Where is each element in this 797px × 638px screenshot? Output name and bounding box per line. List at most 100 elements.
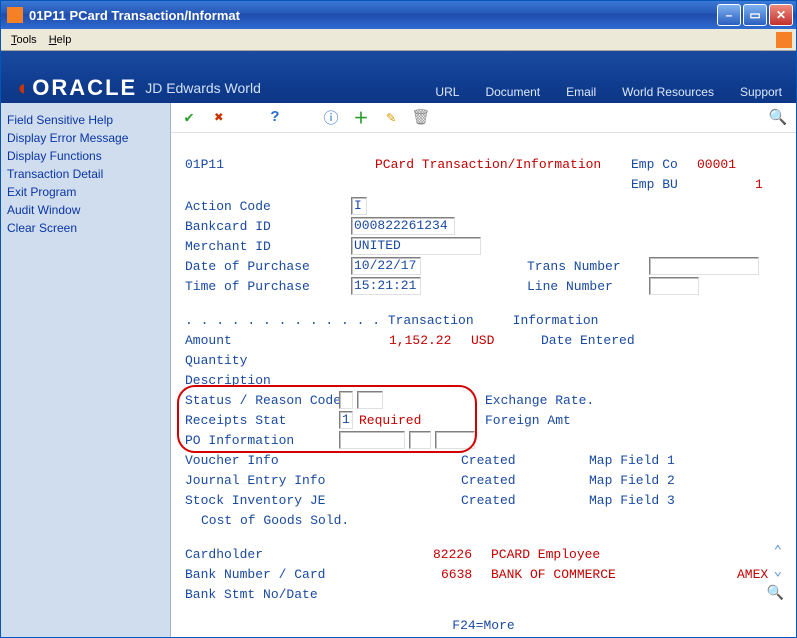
emp-bu-value: 1 [755,177,763,192]
link-url[interactable]: URL [435,85,459,99]
merchant-id-label: Merchant ID [185,239,271,254]
content: 01P11 PCard Transaction/Information Emp … [171,135,796,637]
edit-icon[interactable]: ✎ [381,108,401,128]
scroll-down-icon[interactable]: ⌄ [774,563,782,580]
status-reason-label: Status / Reason Code [185,393,341,408]
voucher-info-label: Voucher Info [185,453,279,468]
po-info-label: PO Information [185,433,294,448]
po-field-1[interactable] [339,431,405,449]
amount-value: 1,152.22 [389,333,451,348]
product-text: JD Edwards World [145,80,261,96]
program-code: 01P11 [185,157,224,172]
scroll-up-icon[interactable]: ⌃ [774,543,782,560]
brand-logo: ORACLE JD Edwards World [15,75,261,101]
stock-inv-label: Stock Inventory JE [185,493,325,508]
emp-co-label: Emp Co [631,157,678,172]
date-entered-label: Date Entered [541,333,635,348]
toolbar: ✔ ✖ ? ⓘ ＋ ✎ 🗑 🔍 [171,103,796,133]
banner-links: URL Document Email World Resources Suppo… [435,85,782,101]
ok-icon[interactable]: ✔ [179,108,199,128]
description-label: Description [185,373,271,388]
receipts-stat-text: Required [359,413,421,428]
date-purchase-label: Date of Purchase [185,259,310,274]
bank-stmt-label: Bank Stmt No/Date [185,587,318,602]
cardholder-label: Cardholder [185,547,263,562]
journal-entry-label: Journal Entry Info [185,473,325,488]
sidebar-item-exit[interactable]: Exit Program [7,183,164,201]
menu-tools[interactable]: Tools [5,32,43,48]
receipts-stat-field[interactable]: 1 [339,411,353,429]
banner: ORACLE JD Edwards World URL Document Ema… [1,51,796,103]
time-purchase-field[interactable]: 15:21:21 [351,277,421,295]
section-header: . . . . . . . . . . . . . Transaction In… [185,313,598,328]
bank-num: 6638 [441,567,472,582]
cardholder-name: PCARD Employee [491,547,600,562]
titlebar[interactable]: 01P11 PCard Transaction/Informat – ▭ ✕ [1,1,796,29]
quantity-label: Quantity [185,353,247,368]
maximize-button[interactable]: ▭ [743,4,767,26]
menubar: Tools Help [1,29,796,51]
delete-icon[interactable]: 🗑 [411,108,431,128]
merchant-id-field[interactable]: UNITED [351,237,481,255]
menu-help[interactable]: Help [43,32,78,48]
line-number-field[interactable] [649,277,699,295]
amount-label: Amount [185,333,232,348]
trans-number-field[interactable] [649,257,759,275]
sidebar-item-clear[interactable]: Clear Screen [7,219,164,237]
footer-hint: F24=More [171,618,796,633]
link-document[interactable]: Document [485,85,540,99]
close-button[interactable]: ✕ [769,4,793,26]
sidebar-item-trans-detail[interactable]: Transaction Detail [7,165,164,183]
emp-bu-label: Emp BU [631,177,678,192]
emp-co-value: 00001 [697,157,736,172]
main-area: ✔ ✖ ? ⓘ ＋ ✎ 🗑 🔍 01P11 PCard Transaction/… [171,103,796,637]
date-purchase-field[interactable]: 10/22/17 [351,257,421,275]
bank-label: Bank Number / Card [185,567,325,582]
status-field[interactable] [339,391,353,409]
cancel-icon[interactable]: ✖ [209,108,229,128]
cogs-label: Cost of Goods Sold. [201,513,349,528]
receipts-stat-label: Receipts Stat [185,413,286,428]
link-world-resources[interactable]: World Resources [622,85,714,99]
bankcard-id-field[interactable]: 000822261234 [351,217,455,235]
sidebar-item-functions[interactable]: Display Functions [7,147,164,165]
currency-value: USD [471,333,494,348]
minimize-button[interactable]: – [717,4,741,26]
created-3: Created [461,493,516,508]
bankcard-id-label: Bankcard ID [185,219,271,234]
sidebar-item-field-help[interactable]: Field Sensitive Help [7,111,164,129]
app-window: 01P11 PCard Transaction/Informat – ▭ ✕ T… [0,0,797,638]
window-title: 01P11 PCard Transaction/Informat [29,8,240,23]
bank-name: BANK OF COMMERCE [491,567,616,582]
po-field-3[interactable] [435,431,475,449]
info-icon[interactable]: ⓘ [321,108,341,128]
help-icon[interactable]: ? [265,108,285,128]
bottom-search-icon[interactable]: 🔍 [767,585,784,602]
sidebar-item-audit[interactable]: Audit Window [7,201,164,219]
menubar-icon [776,32,792,48]
search-icon[interactable]: 🔍 [768,108,788,128]
app-icon [7,7,23,23]
time-purchase-label: Time of Purchase [185,279,310,294]
cardholder-num: 82226 [433,547,472,562]
created-1: Created [461,453,516,468]
add-icon[interactable]: ＋ [351,108,371,128]
action-code-field[interactable]: I [351,197,367,215]
map-field-1-label: Map Field 1 [589,453,675,468]
bank-card-type: AMEX [737,567,768,582]
brand-text: ORACLE [32,75,137,101]
foreign-amt-label: Foreign Amt [485,413,571,428]
reason-field[interactable] [357,391,383,409]
link-email[interactable]: Email [566,85,596,99]
created-2: Created [461,473,516,488]
sidebar: Field Sensitive Help Display Error Messa… [1,103,171,637]
map-field-3-label: Map Field 3 [589,493,675,508]
body: Field Sensitive Help Display Error Messa… [1,103,796,637]
exchange-rate-label: Exchange Rate. [485,393,594,408]
page-title: PCard Transaction/Information [375,157,601,172]
po-field-2[interactable] [409,431,431,449]
line-number-label: Line Number [527,279,613,294]
sidebar-item-error-msg[interactable]: Display Error Message [7,129,164,147]
link-support[interactable]: Support [740,85,782,99]
action-code-label: Action Code [185,199,271,214]
